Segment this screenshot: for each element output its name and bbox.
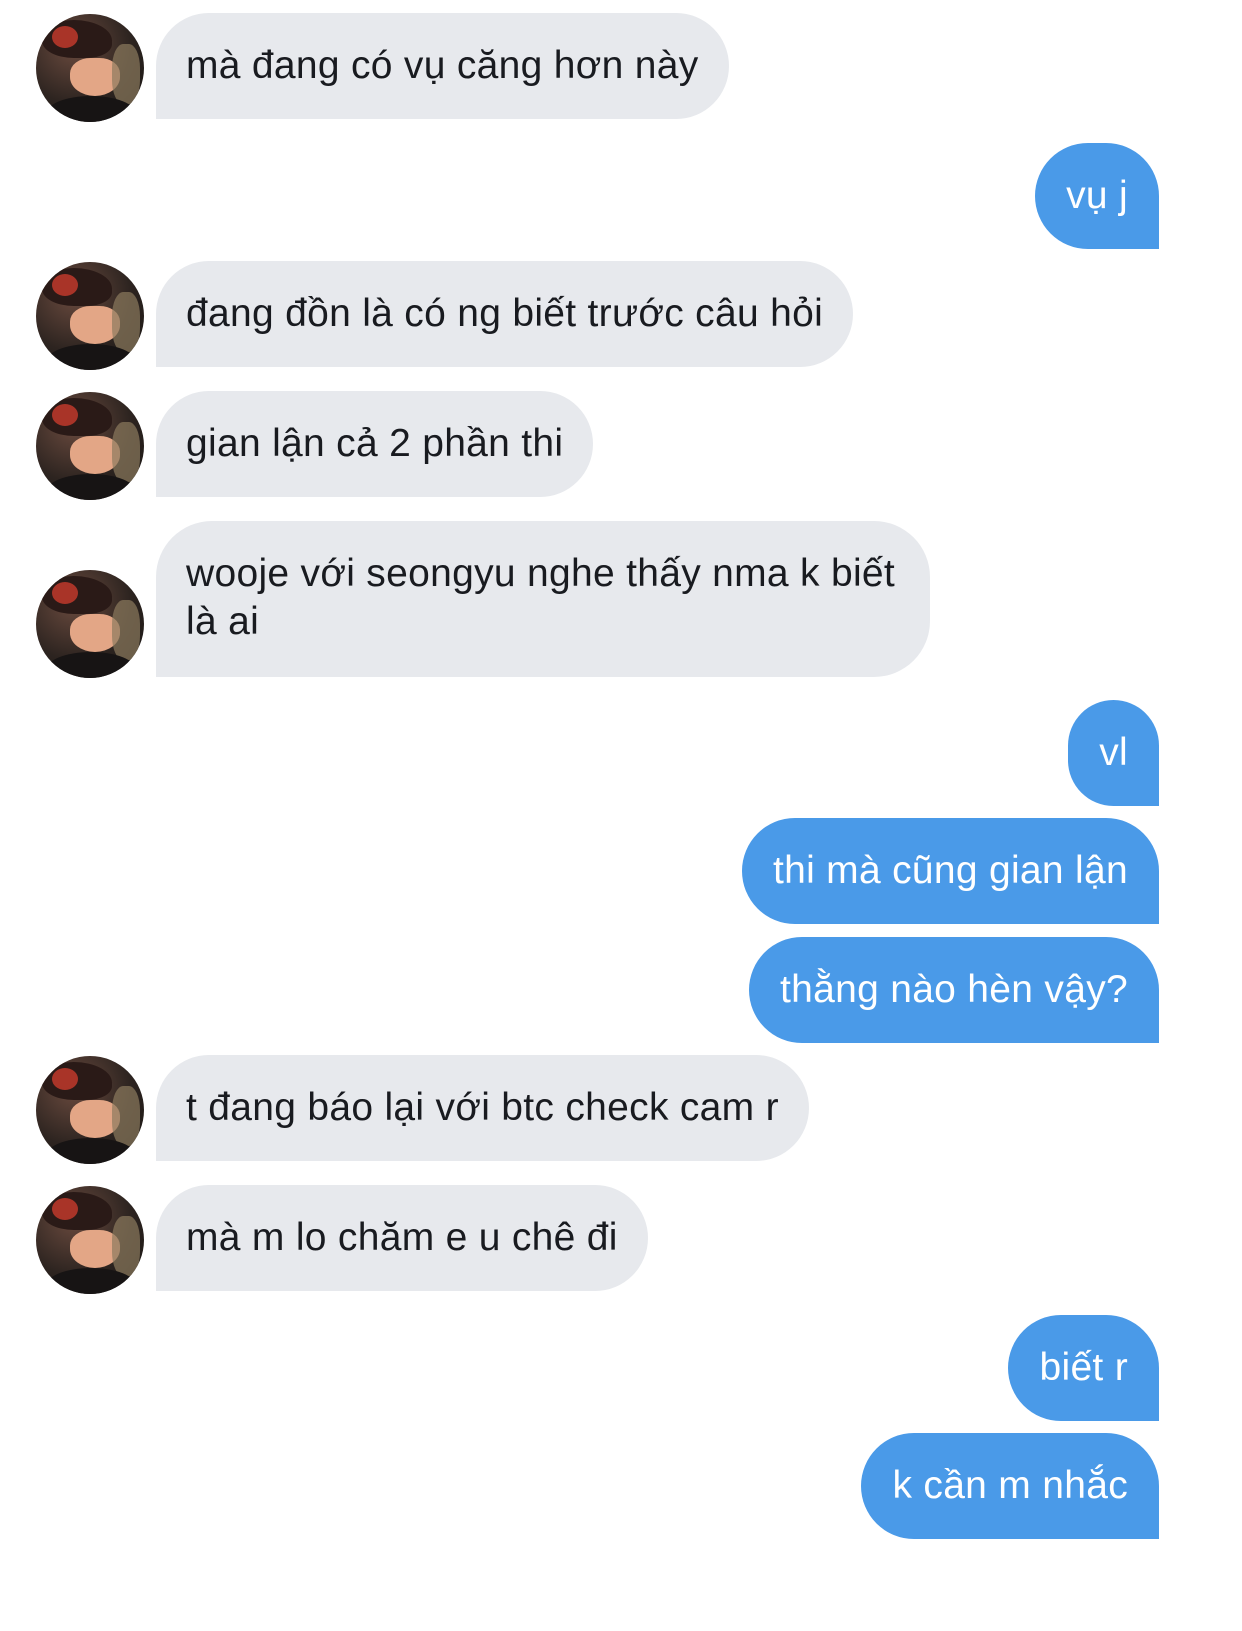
outgoing-message[interactable]: vl (1068, 700, 1159, 806)
incoming-message[interactable]: t đang báo lại với btc check cam r (156, 1055, 809, 1161)
avatar[interactable] (36, 1056, 144, 1164)
avatar[interactable] (36, 14, 144, 122)
avatar[interactable] (36, 1186, 144, 1294)
incoming-message[interactable]: gian lận cả 2 phần thi (156, 391, 594, 497)
outgoing-message[interactable]: thằng nào hèn vậy? (748, 937, 1159, 1043)
message-thread: mà đang có vụ căng hơn này vụ j đang đồn… (0, 0, 1242, 1631)
outgoing-message[interactable]: k cần m nhắc (861, 1433, 1159, 1539)
incoming-message[interactable]: mà đang có vụ căng hơn này (156, 13, 729, 119)
incoming-message[interactable]: mà m lo chăm e u chê đi (156, 1185, 648, 1291)
outgoing-message[interactable]: thi mà cũng gian lận (741, 818, 1159, 924)
incoming-message[interactable]: đang đồn là có ng biết trước câu hỏi (156, 261, 854, 367)
incoming-message[interactable]: wooje với seongyu nghe thấy nma k biết l… (156, 521, 930, 677)
outgoing-message[interactable]: biết r (1008, 1315, 1159, 1421)
outgoing-message[interactable]: vụ j (1035, 143, 1159, 249)
avatar[interactable] (36, 570, 144, 678)
avatar[interactable] (36, 262, 144, 370)
avatar[interactable] (36, 392, 144, 500)
